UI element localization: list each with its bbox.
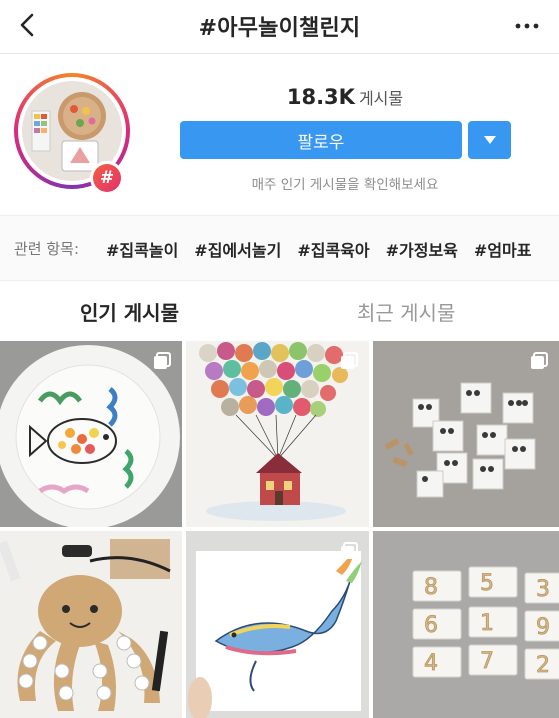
related-tag[interactable]: #가정보육 bbox=[386, 237, 458, 261]
post-thumbnail-number-cards[interactable] bbox=[373, 341, 559, 527]
hashtag-badge: # bbox=[90, 161, 124, 195]
more-options-icon[interactable] bbox=[513, 12, 541, 40]
post-count-number: 18.3K bbox=[286, 85, 355, 109]
post-count: 18.3K 게시물 bbox=[180, 85, 510, 109]
wooden-number-cards-image: 8 5 3 6 1 9 4 7 2 bbox=[373, 531, 559, 718]
related-hashtags-bar: 관련 항목: #집콕놀이 #집에서놀기 #집콕육아 #가정보육 #엄마표 bbox=[0, 215, 559, 281]
post-thumbnail-balloon-house[interactable] bbox=[186, 341, 369, 527]
related-tag[interactable]: #집에서놀기 bbox=[194, 237, 281, 261]
post-count-label: 게시물 bbox=[358, 89, 404, 108]
related-tag[interactable]: #엄마표 bbox=[474, 237, 532, 261]
post-grid: 8 5 3 6 1 9 4 7 2 bbox=[0, 341, 559, 718]
number-card-label: 9 bbox=[536, 615, 550, 640]
multiple-photos-icon bbox=[531, 352, 548, 369]
number-card-label: 4 bbox=[424, 651, 438, 676]
multiple-photos-icon bbox=[341, 352, 358, 369]
multiple-photos-icon bbox=[154, 352, 171, 369]
post-tabs: 인기 게시물 최근 게시물 bbox=[0, 282, 559, 340]
related-tag[interactable]: #집콕육아 bbox=[297, 237, 369, 261]
tab-recent-posts[interactable]: 최근 게시물 bbox=[357, 297, 455, 326]
post-thumbnail-whale-painting[interactable] bbox=[186, 531, 369, 718]
top-bar: #아무놀이챌린지 bbox=[0, 0, 559, 54]
number-card-label: 5 bbox=[480, 571, 494, 596]
related-label: 관련 항목: bbox=[14, 240, 80, 258]
tab-top-posts[interactable]: 인기 게시물 bbox=[80, 297, 179, 326]
number-card-label: 2 bbox=[536, 653, 550, 678]
multiple-photos-icon bbox=[341, 542, 358, 559]
hashtag-header: # 18.3K 게시물 팔로우 매주 인기 게시물을 확인해보세요 bbox=[0, 55, 559, 215]
page-title: #아무놀이챌린지 bbox=[198, 16, 361, 41]
number-card-label: 7 bbox=[480, 649, 494, 674]
weekly-top-posts-note: 매주 인기 게시물을 확인해보세요 bbox=[251, 177, 439, 193]
number-card-label: 3 bbox=[536, 577, 550, 602]
octopus-craft-image bbox=[0, 531, 182, 718]
number-card-label: 6 bbox=[424, 613, 438, 638]
related-tags-list: #집콕놀이 #집에서놀기 #집콕육아 #가정보육 #엄마표 bbox=[106, 237, 531, 261]
number-card-label: 1 bbox=[480, 611, 494, 636]
follow-button[interactable]: 팔로우 bbox=[180, 121, 462, 159]
number-card-label: 8 bbox=[424, 575, 438, 600]
triangle-down-icon bbox=[483, 136, 496, 144]
post-thumbnail-wooden-number-cards[interactable]: 8 5 3 6 1 9 4 7 2 bbox=[373, 531, 559, 718]
related-tag[interactable]: #집콕놀이 bbox=[106, 237, 178, 261]
follow-dropdown-button[interactable] bbox=[468, 121, 511, 159]
post-thumbnail-octopus-craft[interactable] bbox=[0, 531, 182, 718]
post-thumbnail-fish-plate[interactable] bbox=[0, 341, 182, 527]
